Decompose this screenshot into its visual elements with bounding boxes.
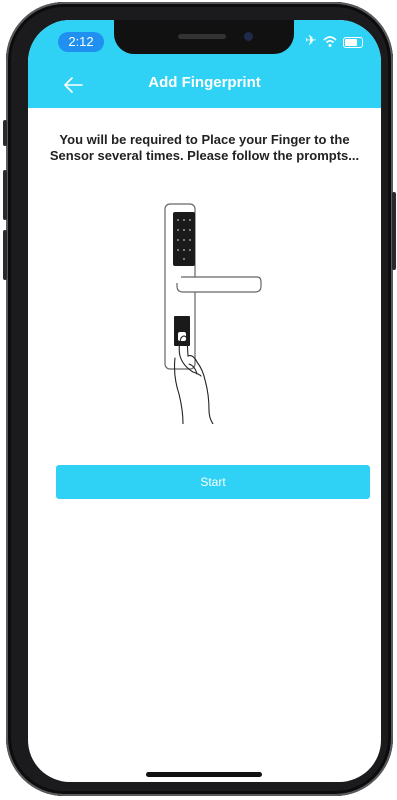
door-lock-fingerprint-illustration: [164, 203, 262, 424]
notch: [114, 20, 294, 54]
screen: 2:12 ✈ Add Fingerprint You will be requi…: [28, 20, 381, 782]
start-button[interactable]: Start: [56, 465, 370, 499]
status-time: 2:12: [58, 32, 104, 52]
page-title: Add Fingerprint: [148, 74, 261, 91]
battery-icon: [343, 37, 363, 48]
speaker-grille: [178, 34, 226, 39]
front-camera: [244, 32, 253, 41]
status-icons: ✈: [305, 32, 367, 50]
instruction-text: You will be required to Place your Finge…: [49, 132, 360, 163]
power-button: [392, 192, 396, 270]
volume-up-button: [3, 170, 7, 220]
airplane-icon: ✈: [305, 32, 317, 48]
volume-down-button: [3, 230, 7, 280]
home-indicator[interactable]: [146, 772, 262, 777]
app-header: 2:12 ✈ Add Fingerprint: [28, 20, 381, 108]
phone-frame: 2:12 ✈ Add Fingerprint You will be requi…: [3, 2, 396, 796]
silent-switch: [3, 120, 7, 146]
wifi-icon: [323, 36, 337, 47]
